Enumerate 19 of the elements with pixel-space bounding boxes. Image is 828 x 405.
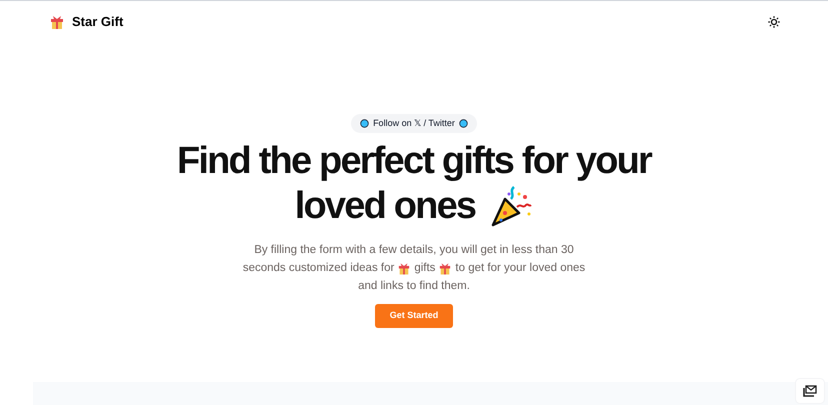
gift-icon (398, 262, 410, 274)
party-popper-icon (489, 184, 534, 228)
badge-label: Follow on 𝕏 / Twitter (373, 116, 455, 130)
headline: loved ones (294, 184, 476, 229)
follow-badge[interactable]: Follow on 𝕏 / Twitter (351, 114, 477, 133)
gift-icon (50, 15, 64, 29)
mail-button[interactable] (795, 378, 825, 404)
headline: Find the perfect gifts for your (176, 139, 652, 184)
gift-icon (439, 262, 452, 274)
description-text: seconds customized ideas for (242, 261, 394, 276)
description-text: gifts (414, 261, 436, 276)
brand-name[interactable]: Star Gift (72, 12, 124, 32)
mail-icon (803, 385, 817, 397)
circle-icon (458, 119, 468, 128)
sun-icon[interactable] (768, 16, 780, 28)
description-text: By filling the form with a few details, you will get in less than 30 (254, 243, 574, 258)
description-text: to get for your loved ones (455, 261, 586, 276)
description-text: and links to find them. (358, 279, 470, 294)
circle-icon (360, 119, 370, 128)
